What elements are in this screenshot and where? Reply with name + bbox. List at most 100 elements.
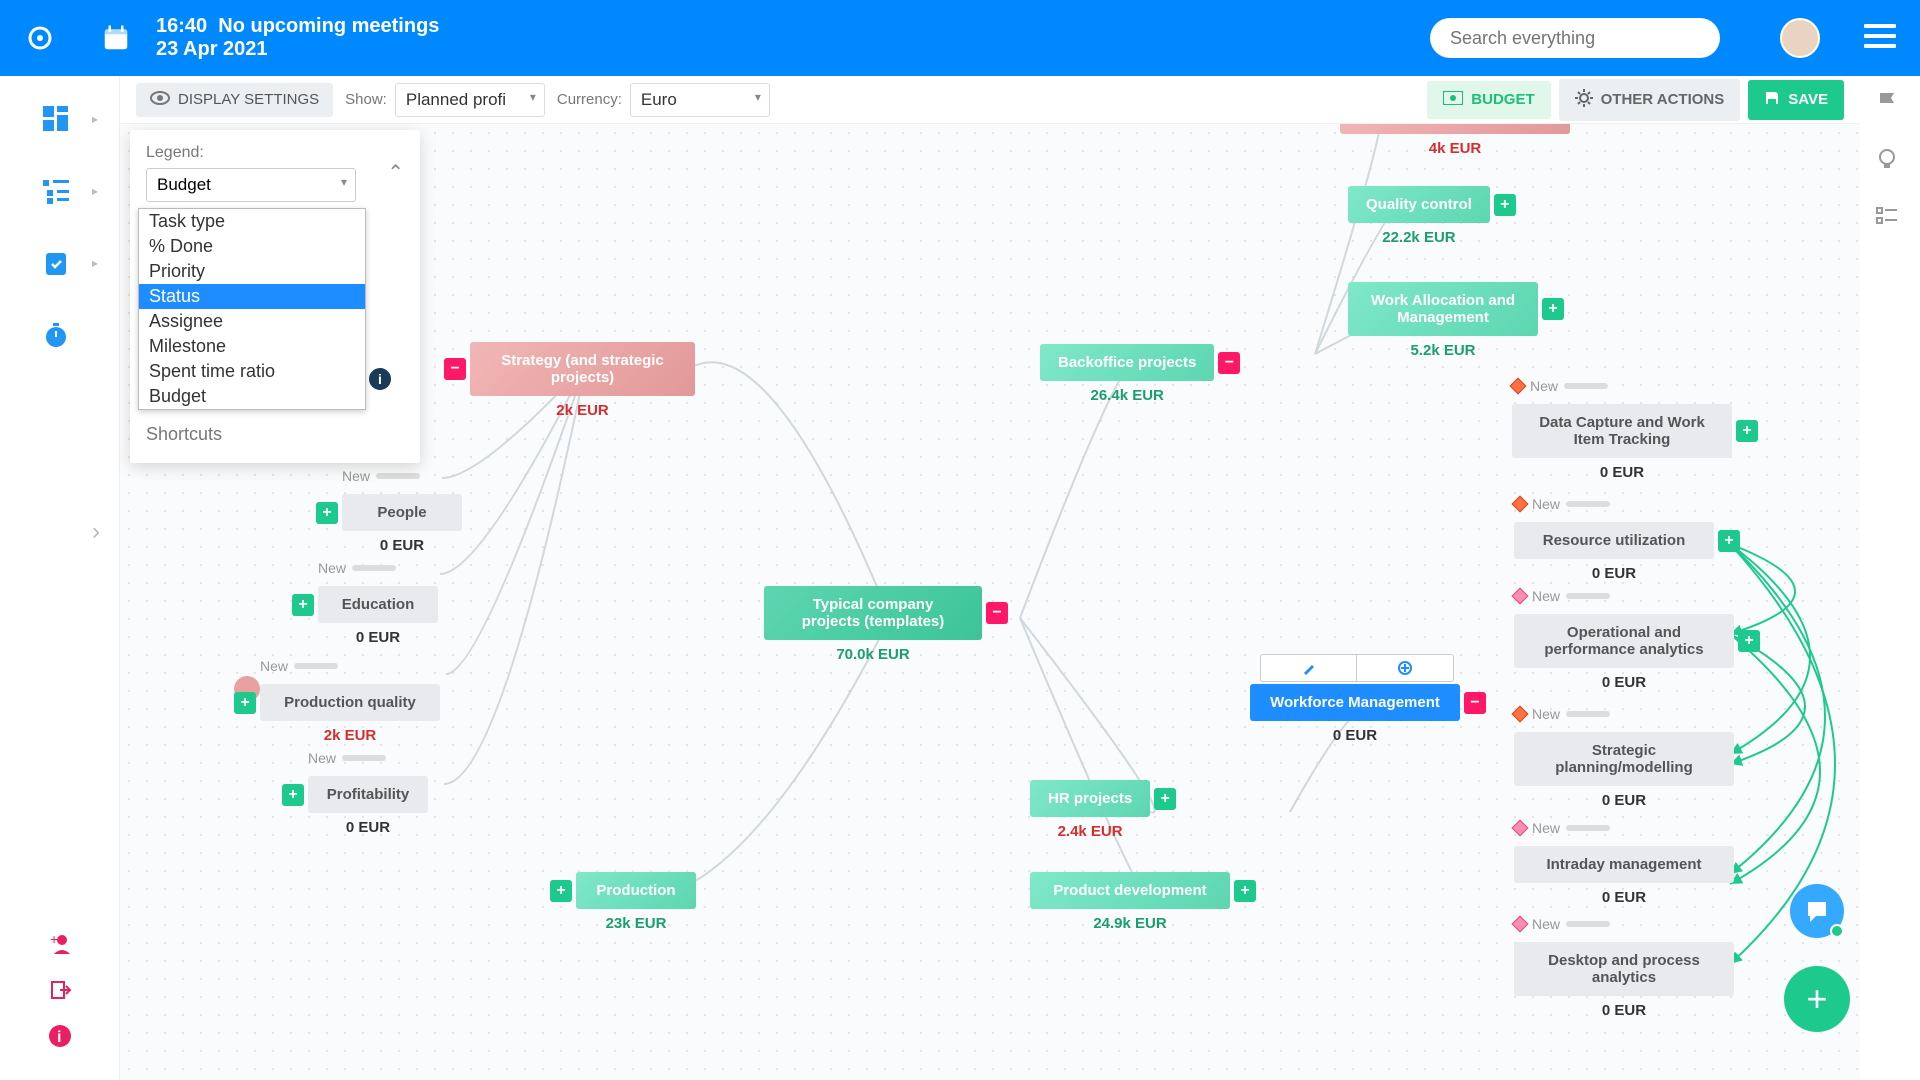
add-fab[interactable]: + [1784,966,1850,1032]
expand-icon[interactable]: + [292,594,314,616]
node-value: 0 EUR [1250,727,1460,744]
node-hr-projects[interactable]: HR projects+ [1030,780,1150,817]
node-intraday[interactable]: Intraday management [1514,846,1734,883]
legend-dropdown-list: Task type % Done Priority Status Assigne… [138,208,366,410]
current-time: 16:40 [156,15,207,37]
expand-icon[interactable]: + [1542,298,1564,320]
show-label: Show: [345,91,387,108]
save-button[interactable]: SAVE [1748,80,1844,120]
time-meetings-block: 16:40 No upcoming meetings 23 Apr 2021 [156,15,439,61]
invite-user-icon[interactable]: + [40,924,80,964]
legend-option[interactable]: Priority [139,259,365,284]
caret-right-icon: ▸ [92,256,98,270]
checklist-icon[interactable] [1875,204,1899,233]
expand-icon[interactable]: + [1738,630,1760,652]
flag-icon[interactable] [1875,90,1899,119]
collapse-icon[interactable]: − [444,358,466,380]
show-dropdown[interactable]: Planned profi [395,83,545,117]
collapse-icon[interactable]: − [986,602,1008,624]
app-logo-icon[interactable] [18,16,62,60]
expand-icon[interactable]: + [550,880,572,902]
collapse-icon[interactable]: − [1464,692,1486,714]
eye-icon [150,91,170,109]
chat-fab[interactable] [1790,884,1844,938]
node-value: 24.9k EUR [1030,915,1230,932]
expand-icon[interactable]: + [1494,194,1516,216]
info-bubble-icon[interactable]: i [369,368,391,390]
node-strategy[interactable]: Strategy (and strategic projects)− [470,342,695,396]
legend-option[interactable]: Milestone [139,334,365,359]
shortcuts-link[interactable]: Shortcuts [130,410,420,449]
node-work-alloc[interactable]: Work Allocation and Management+ [1348,282,1538,336]
budget-button[interactable]: BUDGET [1427,81,1550,119]
expand-icon[interactable]: + [316,502,338,524]
node-action-bar [1260,654,1454,682]
nav-timer[interactable] [22,306,90,364]
sidebar-expand-icon[interactable]: › [92,518,100,546]
node-value: 0 EUR [1514,674,1734,691]
save-icon [1764,90,1780,110]
expand-icon[interactable]: + [234,692,256,714]
node-operational[interactable]: Operational and performance analytics+ [1514,614,1734,668]
node-profitability[interactable]: Profitability+ [308,776,428,813]
node-education[interactable]: Education+ [318,586,438,623]
node-strategic[interactable]: Strategic planning/modelling [1514,732,1734,786]
legend-option[interactable]: % Done [139,234,365,259]
node-value: 23k EUR [576,915,696,932]
display-settings-button[interactable]: DISPLAY SETTINGS [136,83,333,117]
global-search-input[interactable] [1430,18,1720,58]
node-product-dev[interactable]: Product development+ [1030,872,1230,909]
node-value: 0 EUR [1514,889,1734,906]
expand-icon[interactable]: + [1736,420,1758,442]
node-workforce-management[interactable]: Workforce Management− [1250,684,1460,721]
nav-hierarchy[interactable]: ▸ [22,162,90,220]
legend-option[interactable]: Spent time ratio [139,359,365,384]
nav-tasks[interactable]: ▸ [22,234,90,292]
add-child-icon[interactable] [1357,655,1453,681]
node-value: 0 EUR [1514,792,1734,809]
expand-icon[interactable]: + [1718,530,1740,552]
legend-option[interactable]: Budget [139,384,365,409]
left-sidebar: ▸ ▸ ▸ + i [0,76,120,1080]
nav-dashboard[interactable]: ▸ [22,90,90,148]
node-value: 5.2k EUR [1348,342,1538,359]
logout-icon[interactable] [40,970,80,1010]
legend-select[interactable]: Budget [146,168,356,202]
expand-icon[interactable]: + [282,784,304,806]
caret-right-icon: ▸ [92,184,98,198]
node-desktop[interactable]: Desktop and process analytics [1514,942,1734,996]
hamburger-menu-icon[interactable] [1864,24,1896,48]
node-value: 22.2k EUR [1348,229,1490,246]
top-header: 16:40 No upcoming meetings 23 Apr 2021 [0,0,1920,76]
node-resource-util[interactable]: Resource utilization+ [1514,522,1714,559]
gear-icon [1575,89,1593,111]
legend-option[interactable]: Assignee [139,309,365,334]
info-icon[interactable]: i [40,1016,80,1056]
other-actions-button[interactable]: OTHER ACTIONS [1559,79,1741,121]
node-production-quality[interactable]: Production quality+ [260,684,440,721]
user-avatar[interactable] [1780,18,1820,58]
node-value: 0 EUR [308,819,428,836]
collapse-panel-icon[interactable]: ⌃ [387,160,404,185]
node-quality-control[interactable]: Quality control+ [1348,186,1490,223]
currency-dropdown[interactable]: Euro [630,83,770,117]
collapse-icon[interactable]: − [1218,352,1240,374]
node-center-root[interactable]: Typical company projects (templates)− [764,586,982,640]
node-value: 0 EUR [1514,565,1714,582]
expand-icon[interactable]: + [1154,788,1176,810]
currency-label: Currency: [557,91,622,108]
node-people[interactable]: People+ [342,494,462,531]
expand-icon[interactable]: + [1234,880,1256,902]
node-pink-top[interactable] [1340,124,1570,134]
node-value: 2k EUR [470,402,695,419]
node-value: 70.0k EUR [764,646,982,663]
edit-node-icon[interactable] [1261,655,1357,681]
node-value: 0 EUR [1512,464,1732,481]
calendar-icon[interactable] [96,18,136,58]
bulb-icon[interactable] [1875,147,1899,176]
node-production[interactable]: Production+ [576,872,696,909]
legend-option-selected[interactable]: Status [139,284,365,309]
node-backoffice[interactable]: Backoffice projects− [1040,344,1214,381]
node-data-capture[interactable]: Data Capture and Work Item Tracking+ [1512,404,1732,458]
legend-option[interactable]: Task type [139,209,365,234]
